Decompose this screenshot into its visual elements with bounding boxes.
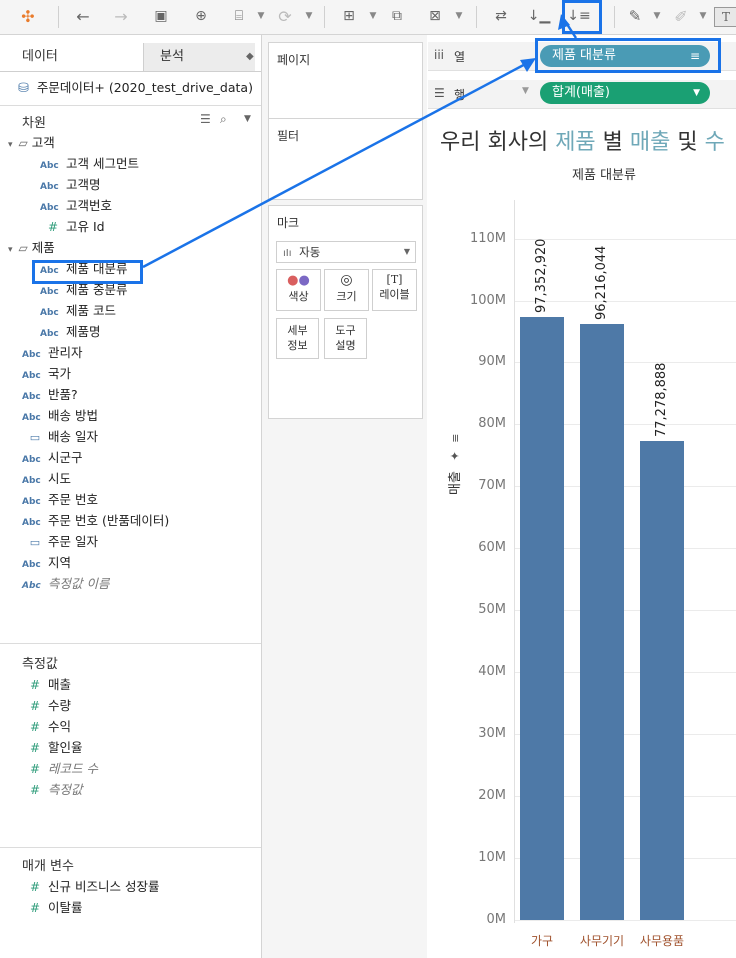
- annotation-arrow: [142, 14, 578, 269]
